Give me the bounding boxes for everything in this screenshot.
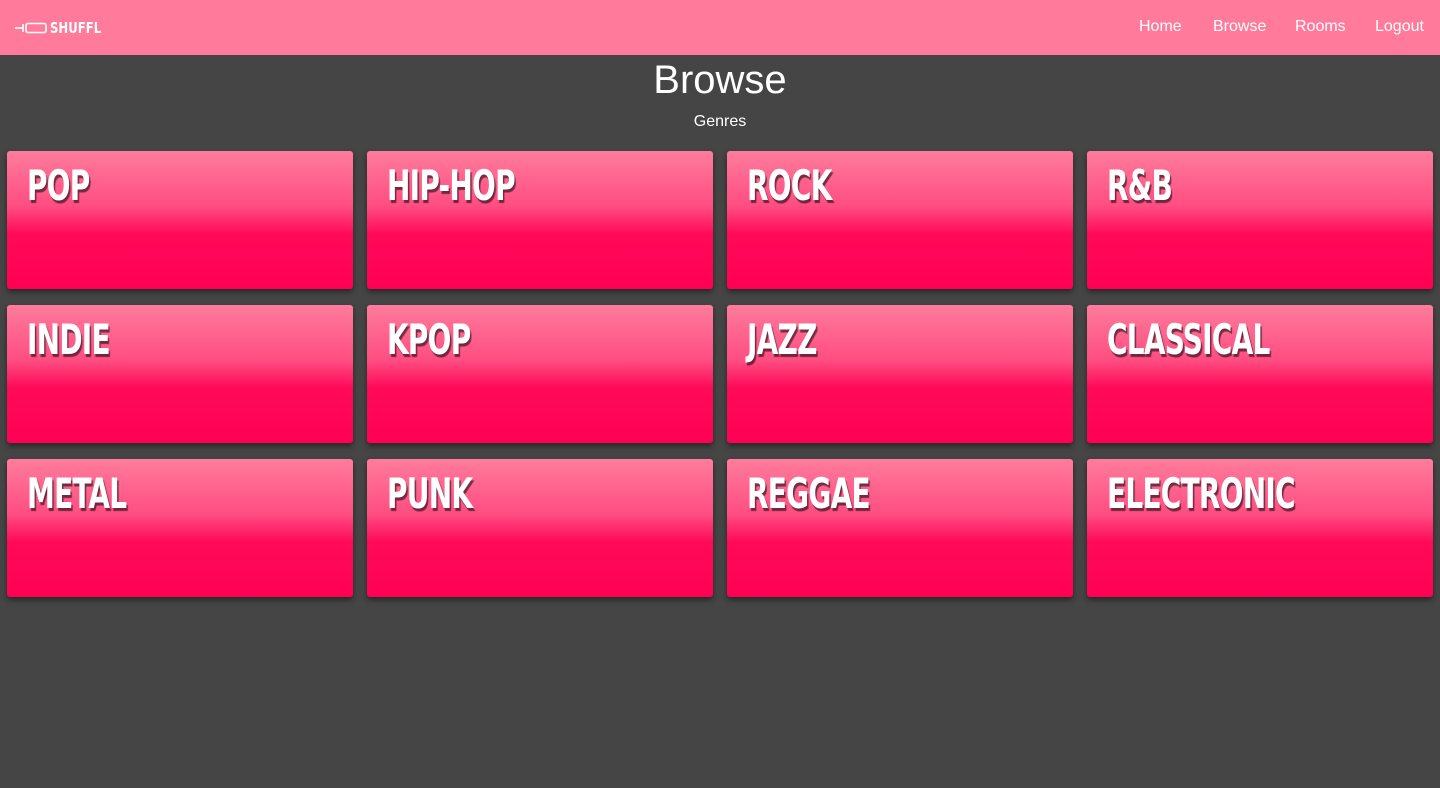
genre-label: ELECTRONIC <box>1107 469 1296 518</box>
genre-card-punk[interactable]: PUNK <box>367 459 713 597</box>
genre-label: HIP-HOP <box>387 161 516 210</box>
genre-card-reggae[interactable]: REGGAE <box>727 459 1073 597</box>
genre-label: KPOP <box>387 315 471 364</box>
genre-card-electronic[interactable]: ELECTRONIC <box>1087 459 1433 597</box>
genre-card-rock[interactable]: ROCK <box>727 151 1073 289</box>
genre-card-hip-hop[interactable]: HIP-HOP <box>367 151 713 289</box>
genre-label: PUNK <box>387 469 473 518</box>
nav-logout-link[interactable]: Logout <box>1375 17 1424 37</box>
genre-label: R&B <box>1107 161 1173 210</box>
genre-card-rnb[interactable]: R&B <box>1087 151 1433 289</box>
genre-card-jazz[interactable]: JAZZ <box>727 305 1073 443</box>
genre-label: POP <box>27 161 90 210</box>
genre-label: INDIE <box>27 315 111 364</box>
genre-label: ROCK <box>747 161 832 210</box>
genre-card-classical[interactable]: CLASSICAL <box>1087 305 1433 443</box>
genre-label: CLASSICAL <box>1107 315 1270 364</box>
genre-grid: POP HIP-HOP ROCK R&B INDIE KPOP JAZZ CLA… <box>7 151 1433 597</box>
genre-card-metal[interactable]: METAL <box>7 459 353 597</box>
genre-card-pop[interactable]: POP <box>7 151 353 289</box>
nav-browse-link[interactable]: Browse <box>1213 17 1266 37</box>
genres-heading: Genres <box>693 113 747 130</box>
genre-label: JAZZ <box>747 315 817 364</box>
genre-label: METAL <box>27 469 127 518</box>
genre-label: REGGAE <box>747 469 871 518</box>
page-title: Browse <box>653 58 787 102</box>
nav-rooms-link[interactable]: Rooms <box>1295 17 1346 37</box>
top-navbar: SHUFFL Home Browse Rooms Logout <box>0 0 1440 55</box>
logo-text: SHUFFL <box>50 19 102 37</box>
plug-icon <box>15 22 47 34</box>
nav-home-link[interactable]: Home <box>1139 17 1182 37</box>
shuffl-logo[interactable]: SHUFFL <box>15 17 116 39</box>
genre-card-indie[interactable]: INDIE <box>7 305 353 443</box>
genre-card-kpop[interactable]: KPOP <box>367 305 713 443</box>
